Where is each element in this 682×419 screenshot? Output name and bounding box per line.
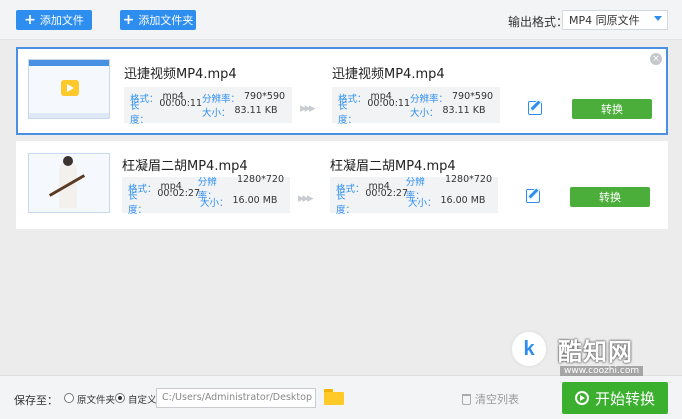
output-format-select[interactable]: MP4 同原文件 xyxy=(562,10,668,30)
output-format-label: 输出格式： xyxy=(508,15,569,29)
radio-custom-label: 自定义 xyxy=(128,395,157,406)
watermark: k 酷知网 www.coozhi.com xyxy=(502,326,678,396)
trash-icon xyxy=(462,393,471,405)
output-info: 格式： mp4 分辨率： 790*590 长度： 00:00:11 大小： 83.11 … xyxy=(332,87,500,126)
radio-source-folder-label: 原文件夹 xyxy=(77,395,116,406)
edit-icon[interactable] xyxy=(528,101,542,115)
output-file-name: 迅捷视频MP4.mp4 xyxy=(332,67,445,82)
close-icon[interactable]: × xyxy=(650,53,662,65)
size-value: 83.11 KB xyxy=(234,105,278,116)
file-item[interactable]: 枉凝眉二胡MP4.mp4 格式： mp4 分辨率： 1280*720 长度： 00:0… xyxy=(16,141,668,229)
size-key: 大小： xyxy=(202,108,231,119)
watermark-logo-letter: k xyxy=(523,337,535,360)
duration-key: 长度： xyxy=(338,101,358,126)
arrow-right-icon: ▸▸▸ xyxy=(300,101,316,116)
duration-key: 长度： xyxy=(336,191,356,216)
resolution-value: 790*590 xyxy=(244,91,286,102)
size-key: 大小： xyxy=(410,108,439,119)
duration-key: 长度： xyxy=(130,101,150,126)
resolution-value: 790*590 xyxy=(452,91,494,102)
source-file-name: 枉凝眉二胡MP4.mp4 xyxy=(122,159,248,174)
radio-custom[interactable] xyxy=(115,393,125,403)
output-format-value: MP4 同原文件 xyxy=(569,14,640,27)
add-folder-button[interactable]: + 添加文件夹 xyxy=(120,10,196,30)
size-value: 83.11 KB xyxy=(442,105,486,116)
size-key: 大小： xyxy=(408,198,437,209)
save-to-label: 保存至： xyxy=(14,394,58,407)
arrow-right-icon: ▸▸▸ xyxy=(298,191,314,206)
radio-source-folder[interactable] xyxy=(64,393,74,403)
file-list: 迅捷视频MP4.mp4 格式： mp4 分辨率： 790*590 长度： 00:00:… xyxy=(0,40,682,375)
convert-button[interactable]: 转换 xyxy=(572,99,652,119)
plus-icon: + xyxy=(122,12,135,28)
duration-value: 00:02:27 xyxy=(365,188,408,199)
resolution-key: 分辨率： xyxy=(202,94,241,105)
video-thumbnail xyxy=(28,59,110,119)
video-app-icon xyxy=(61,80,79,96)
plus-icon: + xyxy=(24,12,36,28)
convert-button[interactable]: 转换 xyxy=(570,187,650,207)
watermark-logo: k xyxy=(510,330,548,368)
duration-value: 00:02:27 xyxy=(157,188,200,199)
top-toolbar: + 添加文件 + 添加文件夹 输出格式： MP4 同原文件 xyxy=(0,0,682,40)
video-thumbnail xyxy=(28,153,110,213)
duration-key: 长度： xyxy=(128,191,148,216)
source-file-name: 迅捷视频MP4.mp4 xyxy=(124,67,237,82)
folder-icon[interactable] xyxy=(324,389,344,405)
resolution-key: 分辨率： xyxy=(410,94,449,105)
save-path-input[interactable]: C:/Users/Administrator/Desktop xyxy=(156,388,316,408)
add-file-label: 添加文件 xyxy=(39,14,84,27)
output-file-name: 枉凝眉二胡MP4.mp4 xyxy=(330,159,456,174)
edit-icon[interactable] xyxy=(526,189,540,203)
chevron-down-icon xyxy=(654,16,662,21)
source-info: 格式： mp4 分辨率： 790*590 长度： 00:00:11 大小： 83.11 … xyxy=(124,87,292,126)
size-value: 16.00 MB xyxy=(440,195,486,206)
file-item[interactable]: 迅捷视频MP4.mp4 格式： mp4 分辨率： 790*590 长度： 00:00:… xyxy=(16,47,668,135)
output-info: 格式： mp4 分辨率： 1280*720 长度： 00:02:27 大小： 16.00… xyxy=(330,174,498,216)
duration-value: 00:00:11 xyxy=(367,98,410,109)
size-value: 16.00 MB xyxy=(232,195,278,206)
size-key: 大小： xyxy=(200,198,229,209)
source-info: 格式： mp4 分辨率： 1280*720 长度： 00:02:27 大小： 16.00… xyxy=(122,174,290,216)
add-file-button[interactable]: + 添加文件 xyxy=(16,10,92,30)
watermark-url: www.coozhi.com xyxy=(560,366,644,376)
duration-value: 00:00:11 xyxy=(159,98,202,109)
add-folder-label: 添加文件夹 xyxy=(138,14,194,27)
watermark-text: 酷知网 xyxy=(558,338,633,366)
